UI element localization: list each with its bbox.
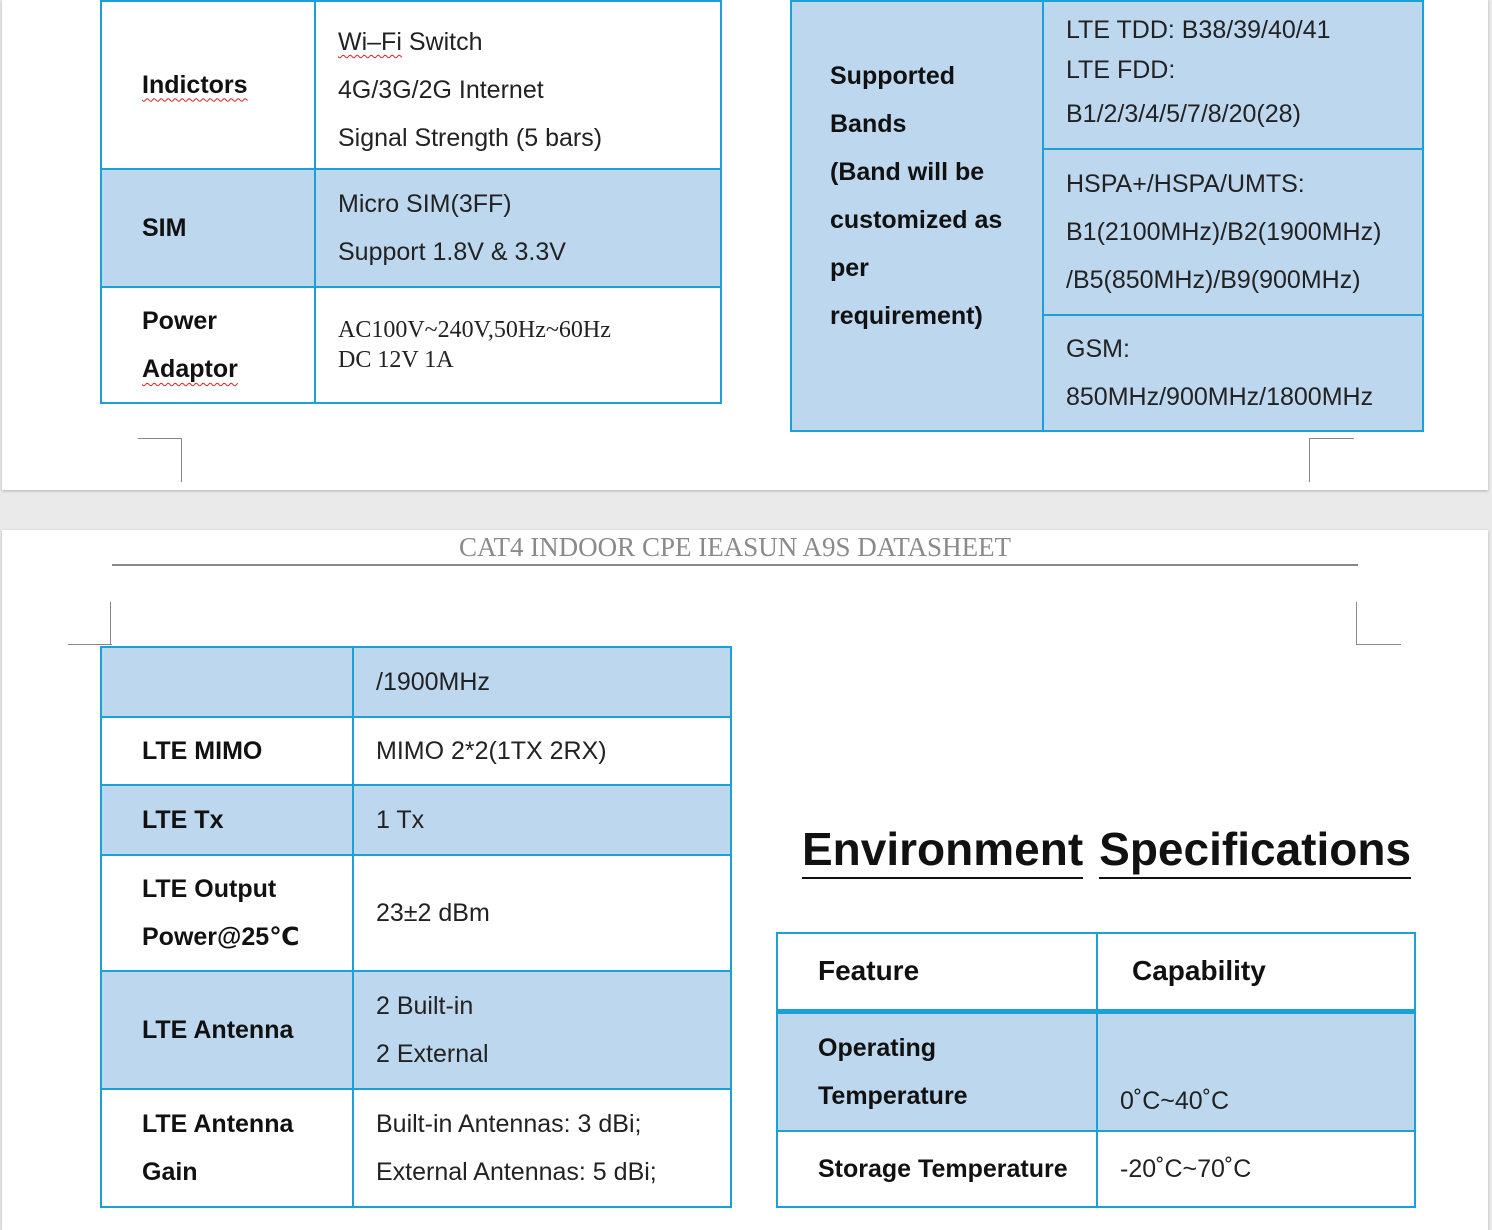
document-page-2: CAT4 INDOOR CPE IEASUN A9S DATASHEET /19…	[2, 530, 1488, 1230]
table-row: Indictors Wi–Fi Switch 4G/3G/2G Internet…	[100, 0, 722, 170]
header-feature: Feature	[818, 955, 920, 987]
row-label-output-2: Power@25℃	[142, 923, 300, 951]
crop-mark	[138, 438, 182, 439]
indicator-internet: 4G/3G/2G Internet	[338, 76, 544, 104]
table-row: Storage Temperature -20˚C~70˚C	[776, 1130, 1416, 1208]
crop-mark	[1356, 602, 1357, 645]
indicator-wifi: Wi–Fi Switch	[338, 28, 483, 56]
row-label-adaptor: Adaptor	[142, 355, 238, 383]
row-label-lte-mimo: LTE MIMO	[142, 736, 263, 765]
hspa-label: HSPA+/HSPA/UMTS:	[1066, 170, 1305, 198]
row-label-lte-tx: LTE Tx	[142, 805, 224, 834]
crop-mark	[1357, 644, 1401, 645]
table-row: Operating Temperature 0˚C~40˚C	[776, 1010, 1416, 1132]
output-power-value: 23±2 dBm	[376, 898, 490, 927]
power-ac: AC100V~240V,50Hz~60Hz	[338, 317, 611, 343]
table-row: LTE MIMO MIMO 2*2(1TX 2RX)	[100, 716, 732, 786]
storage-temp-value: -20˚C~70˚C	[1120, 1154, 1252, 1183]
gain-external: External Antennas: 5 dBi;	[376, 1158, 657, 1186]
empty-label-cell	[100, 646, 354, 718]
table-row: LTE Antenna 2 Built-in 2 External	[100, 970, 732, 1090]
power-dc: DC 12V 1A	[338, 347, 454, 373]
table-row: LTE Tx 1 Tx	[100, 784, 732, 856]
section-title-word-1: Environment	[802, 823, 1084, 879]
table-row: SIM Micro SIM(3FF) Support 1.8V & 3.3V	[100, 168, 722, 288]
operating-temp-value: 0˚C~40˚C	[1120, 1087, 1230, 1115]
sim-voltage: Support 1.8V & 3.3V	[338, 238, 566, 266]
supported-bands-table: Supported Bands (Band will be customized…	[790, 0, 1424, 432]
band-continuation: /1900MHz	[376, 667, 490, 696]
table-header-row: Feature Capability	[776, 932, 1416, 1014]
gsm-label: GSM:	[1066, 335, 1130, 363]
lte-tx-value: 1 Tx	[376, 805, 425, 834]
sim-type: Micro SIM(3FF)	[338, 190, 512, 218]
lte-fdd-label: LTE FDD:	[1066, 56, 1176, 84]
antenna-external: 2 External	[376, 1040, 489, 1068]
crop-mark	[1310, 438, 1354, 439]
header-capability: Capability	[1132, 955, 1266, 987]
row-label-operating-1: Operating	[818, 1033, 937, 1062]
row-label-storage: Storage Temperature	[818, 1154, 1068, 1183]
bands-label-4: customized as	[830, 206, 1003, 234]
hspa-b1-b2: B1(2100MHz)/B2(1900MHz)	[1066, 218, 1382, 246]
running-header: CAT4 INDOOR CPE IEASUN A9S DATASHEET	[112, 530, 1358, 566]
row-label-lte-antenna: LTE Antenna	[142, 1015, 294, 1044]
table-row: Supported Bands (Band will be customized…	[790, 0, 1424, 432]
table-row: Power Adaptor AC100V~240V,50Hz~60Hz DC 1…	[100, 286, 722, 404]
crop-mark	[68, 644, 112, 645]
section-title: Environment Specifications	[802, 822, 1412, 879]
environment-table: Feature Capability Operating Temperature…	[776, 932, 1416, 1208]
table-row: /1900MHz	[100, 646, 732, 718]
bands-label-3: (Band will be	[830, 158, 985, 186]
row-label-indicators: Indictors	[142, 70, 248, 99]
table-row: LTE Output Power@25℃ 23±2 dBm	[100, 854, 732, 972]
gsm-bands: 850MHz/900MHz/1800MHz	[1066, 383, 1374, 411]
device-spec-table: Indictors Wi–Fi Switch 4G/3G/2G Internet…	[100, 0, 722, 404]
lte-spec-table: /1900MHz LTE MIMO MIMO 2*2(1TX 2RX) LTE …	[100, 646, 732, 1208]
bands-label-2: Bands	[830, 110, 907, 138]
crop-mark	[110, 602, 111, 645]
section-title-word-2: Specifications	[1099, 823, 1412, 879]
crop-mark	[181, 438, 182, 482]
hspa-b5-b9: /B5(850MHz)/B9(900MHz)	[1066, 266, 1361, 294]
lte-tdd: LTE TDD: B38/39/40/41	[1066, 16, 1331, 44]
row-label-gain-2: Gain	[142, 1158, 198, 1186]
document-page-1: Indictors Wi–Fi Switch 4G/3G/2G Internet…	[2, 0, 1488, 490]
row-label-operating-2: Temperature	[818, 1081, 968, 1110]
crop-mark	[1309, 438, 1310, 482]
row-label-power: Power	[142, 307, 218, 335]
row-label-gain-1: LTE Antenna	[142, 1110, 294, 1138]
bands-label-1: Supported	[830, 62, 955, 90]
bands-label-6: requirement)	[830, 302, 983, 330]
table-row: LTE Antenna Gain Built-in Antennas: 3 dB…	[100, 1088, 732, 1208]
indicator-signal: Signal Strength (5 bars)	[338, 124, 603, 152]
bands-label-5: per	[830, 254, 869, 282]
row-label-output-1: LTE Output	[142, 875, 277, 903]
lte-mimo-value: MIMO 2*2(1TX 2RX)	[376, 736, 607, 765]
gain-builtin: Built-in Antennas: 3 dBi;	[376, 1110, 642, 1138]
row-label-sim: SIM	[142, 213, 187, 242]
lte-fdd-bands: B1/2/3/4/5/7/8/20(28)	[1066, 100, 1301, 128]
antenna-builtin: 2 Built-in	[376, 992, 474, 1020]
